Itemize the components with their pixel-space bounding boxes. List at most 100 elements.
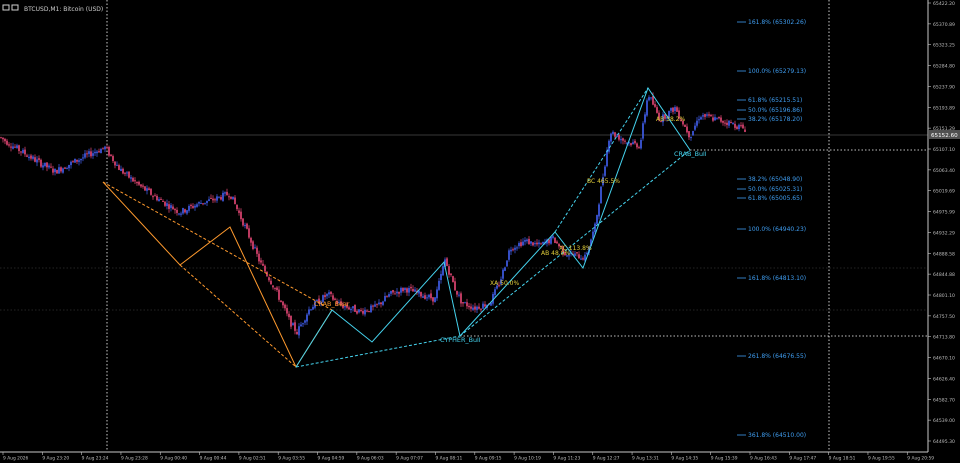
candle-body — [84, 153, 86, 158]
price-tick-label: 64626.40 — [933, 376, 955, 382]
candle-body — [410, 286, 412, 289]
candle-body — [736, 126, 738, 129]
candle-body — [552, 236, 554, 238]
candle-body — [308, 309, 310, 315]
candle-body — [38, 158, 40, 160]
candle-body — [240, 211, 242, 220]
price-tick-label: 64757.50 — [933, 314, 955, 320]
candle-body — [630, 143, 632, 146]
candle-body — [422, 296, 424, 298]
candle-body — [538, 242, 540, 245]
price-chart[interactable]: BTCUSD,M1: Bitcoin (USD) 161.8% (65302.2… — [0, 0, 960, 463]
candle-body — [226, 191, 228, 196]
candle-body — [148, 188, 150, 191]
candle-body — [484, 304, 486, 307]
candle-body — [132, 177, 134, 182]
candle-body — [210, 197, 212, 199]
candle-body — [712, 117, 714, 121]
candle-body — [636, 143, 638, 148]
time-tick-label: 9 Aug 12:27 — [593, 456, 620, 462]
time-tick-label: 9 Aug 00:44 — [200, 456, 227, 462]
candle-body — [460, 293, 462, 304]
candle-body — [208, 199, 210, 201]
time-tick-label: 9 Aug 20:59 — [907, 456, 934, 462]
candle-body — [724, 122, 726, 124]
time-tick-label: 9 Aug 14:35 — [671, 456, 698, 462]
candle-body — [254, 247, 256, 249]
candle-body — [392, 290, 394, 293]
candle-body — [518, 243, 520, 247]
candle-body — [644, 114, 646, 123]
candle-body — [698, 119, 700, 121]
fib-level-label: 38.2% (65048.90) — [748, 176, 802, 183]
candle-body — [306, 314, 308, 322]
candle-body — [152, 196, 154, 198]
candle-body — [720, 117, 722, 122]
candle-body — [202, 203, 204, 205]
candle-body — [648, 97, 650, 101]
candle-body — [280, 300, 282, 303]
candle-body — [684, 124, 686, 127]
candle-body — [646, 100, 648, 116]
candle-body — [424, 295, 426, 299]
price-tick-label: 65107.10 — [933, 147, 955, 153]
candle-body — [46, 162, 48, 168]
pattern-ratio-label: BC 465.5% — [587, 178, 620, 185]
candle-body — [246, 223, 248, 229]
candle-body — [170, 205, 172, 208]
candle-body — [40, 159, 42, 167]
candle-body — [58, 167, 60, 174]
candle-body — [162, 201, 164, 203]
current-price-label: 65152.60 — [931, 133, 958, 139]
candle-body — [710, 114, 712, 117]
candle-body — [198, 202, 200, 204]
candle-body — [504, 267, 506, 271]
candle-body — [704, 114, 706, 117]
time-tick-label: 9 Aug 13:31 — [632, 456, 659, 462]
candle-body — [88, 151, 90, 154]
candle-body — [476, 306, 478, 310]
pattern-name-label: CYPHER_Bull — [440, 336, 481, 344]
time-tick-label: 9 Aug 16:43 — [750, 456, 777, 462]
candle-body — [174, 208, 176, 211]
candle-body — [304, 320, 306, 323]
price-tick-label: 64495.30 — [933, 439, 955, 445]
time-tick-label: 9 Aug 00:40 — [160, 456, 187, 462]
pattern-ratio-label: AB 38.2% — [656, 116, 685, 123]
candle-body — [412, 289, 414, 292]
candle-body — [310, 309, 312, 311]
candle-body — [448, 266, 450, 275]
candle-body — [458, 294, 460, 296]
candle-body — [554, 237, 556, 244]
candle-body — [200, 202, 202, 204]
candle-body — [96, 151, 98, 154]
candle-body — [464, 302, 466, 304]
candle-body — [382, 301, 384, 305]
candle-body — [284, 304, 286, 309]
fib-level-label: 50.0% (65196.86) — [748, 107, 802, 114]
candle-body — [282, 301, 284, 306]
time-tick-label: 9 Aug 2026 — [3, 456, 29, 462]
candle-body — [74, 158, 76, 163]
candle-body — [66, 168, 68, 170]
candle-body — [98, 151, 100, 153]
candle-body — [600, 186, 602, 204]
candle-body — [286, 308, 288, 314]
candle-body — [730, 122, 732, 124]
candle-body — [14, 146, 16, 148]
candle-body — [54, 169, 56, 173]
pattern-name-label: CRAB_Bull — [674, 150, 707, 158]
candle-body — [408, 287, 410, 293]
candle-body — [386, 296, 388, 298]
candle-body — [692, 130, 694, 136]
price-tick-label: 64975.99 — [933, 210, 955, 216]
candle-body — [702, 115, 704, 117]
candle-body — [256, 247, 258, 254]
candle-body — [32, 156, 34, 159]
candle-body — [220, 197, 222, 200]
candle-body — [400, 287, 402, 293]
candle-body — [430, 293, 432, 299]
candle-body — [50, 166, 52, 168]
candle-body — [264, 265, 266, 272]
candle-body — [232, 196, 234, 200]
